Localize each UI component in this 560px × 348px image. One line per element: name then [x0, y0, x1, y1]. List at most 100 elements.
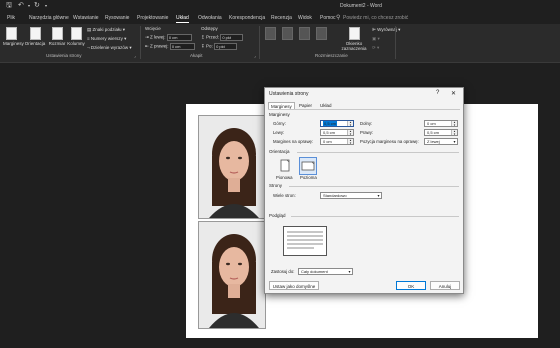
breaks-button[interactable]: ▤ Znaki podziału ▾: [87, 27, 125, 33]
top-margin-input[interactable]: 0,5 cm ▴ ▾: [320, 120, 354, 127]
portrait-option[interactable]: [276, 157, 294, 175]
margins-button[interactable]: Marginesy: [3, 27, 24, 46]
redo-icon[interactable]: ↻: [34, 1, 40, 9]
page-setup-dialog: Ustawienia strony ? ✕ Marginesy Papier U…: [264, 87, 464, 294]
tab-file[interactable]: Plik: [7, 15, 15, 21]
bring-forward-button: [298, 27, 311, 41]
rotate-button: ⟳ ▾: [372, 45, 379, 51]
save-icon[interactable]: 🖫: [6, 1, 12, 12]
margins-icon: [5, 27, 17, 40]
position-button: [264, 27, 277, 41]
ok-button[interactable]: OK: [396, 281, 426, 290]
cancel-button[interactable]: Anuluj: [430, 281, 460, 290]
spinner-arrows-icon[interactable]: ▴ ▾: [451, 130, 457, 136]
margins-section-title: Marginesy: [269, 112, 290, 117]
orientation-icon: [29, 27, 41, 40]
spacing-after-icon: ↧: [201, 43, 205, 49]
spinner-arrows-icon[interactable]: ▴ ▾: [347, 139, 353, 145]
line-numbers-button[interactable]: ≡ Numery wierszy ▾: [87, 36, 126, 42]
size-label: Rozmiar: [48, 41, 66, 46]
chevron-down-icon: ▾: [453, 139, 456, 144]
gutter-position-select[interactable]: Z lewej ▾: [424, 138, 458, 145]
margins-label: Marginesy: [3, 41, 24, 46]
spacing-before-icon: ↥: [201, 34, 205, 40]
selection-pane-button[interactable]: Okienko zaznaczenia: [340, 27, 368, 51]
tab-view[interactable]: Widok: [298, 15, 312, 21]
customize-toolbar-icon[interactable]: ▾: [45, 3, 47, 8]
apply-to-select[interactable]: Cały dokument ▾: [298, 268, 353, 275]
top-margin-label: Górny:: [273, 121, 286, 126]
tab-layout[interactable]: Układ: [176, 15, 189, 23]
tab-mailings[interactable]: Korespondencja: [229, 15, 265, 21]
gutter-input[interactable]: 0 cm ▴ ▾: [320, 138, 354, 145]
close-icon[interactable]: ✕: [451, 90, 456, 97]
page-setup-launcher-icon[interactable]: ⌟: [134, 53, 136, 58]
tab-help[interactable]: Pomoc: [320, 15, 336, 21]
spacing-after-input[interactable]: 0 pkt: [214, 43, 238, 50]
multiple-pages-label: Wiele stron:: [273, 193, 296, 198]
gutter-position-label: Pozycja marginesu na oprawę:: [360, 139, 419, 144]
multiple-pages-select[interactable]: Standardowo ▾: [320, 192, 382, 199]
group-objects-button: ▣ ▾: [372, 36, 380, 42]
left-margin-input[interactable]: 0,5 cm ▴ ▾: [320, 129, 354, 136]
size-button[interactable]: Rozmiar: [48, 27, 66, 46]
ribbon: Marginesy Orientacja Rozmiar Kolumny ▤ Z…: [0, 24, 560, 63]
indent-right-input[interactable]: 0 cm: [169, 43, 195, 50]
columns-button[interactable]: Kolumny: [67, 27, 85, 46]
left-margin-label: Lewy:: [273, 130, 285, 135]
tab-draw[interactable]: Rysowanie: [105, 15, 129, 21]
indent-title: Wcięcie: [145, 26, 161, 31]
spinner-arrows-icon[interactable]: ▴ ▾: [451, 121, 457, 127]
right-margin-input[interactable]: 0,5 cm ▴ ▾: [424, 129, 458, 136]
tab-design[interactable]: Projektowanie: [137, 15, 168, 21]
landscape-label: Pozioma: [300, 175, 317, 180]
portrait-photo-2[interactable]: [198, 221, 266, 329]
indent-left-input[interactable]: 0 cm: [166, 34, 192, 41]
chevron-down-icon: ▾: [348, 269, 351, 274]
bring-forward-icon: [299, 27, 310, 40]
selection-pane-icon: [348, 27, 360, 40]
paragraph-launcher-icon[interactable]: ⌟: [254, 53, 256, 58]
portrait-photo-1[interactable]: [198, 115, 266, 219]
portrait-page-icon: [280, 159, 290, 172]
wrap-text-button: [281, 27, 294, 41]
rotate-icon: ⟳ ▾: [372, 45, 380, 50]
spinner-arrows-icon[interactable]: ▴ ▾: [347, 130, 353, 136]
hyphenation-button[interactable]: ¬ Dzielenie wyrazów ▾: [87, 45, 132, 51]
orientation-section-title: Orientacja: [269, 149, 290, 154]
lightbulb-icon: ⚲: [336, 15, 341, 21]
wrap-text-icon: [282, 27, 293, 40]
tab-references[interactable]: Odwołania: [198, 15, 222, 21]
indent-right-row: ⇤ Z prawej: 0 cm: [145, 43, 195, 50]
dialog-title: Ustawienia strony: [269, 91, 309, 97]
spacing-before-input[interactable]: 0 pkt: [220, 34, 244, 41]
portrait-label: Pionowa: [276, 175, 293, 180]
landscape-option[interactable]: [299, 157, 317, 175]
columns-label: Kolumny: [67, 41, 85, 46]
bottom-margin-input[interactable]: 0 cm ▴ ▾: [424, 120, 458, 127]
spacing-title: Odstępy: [201, 26, 218, 31]
tab-paper[interactable]: Papier: [297, 102, 314, 109]
indent-left-icon: ⇥: [145, 34, 149, 40]
tab-layout-dialog[interactable]: Układ: [318, 102, 334, 109]
tab-review[interactable]: Recenzja: [271, 15, 292, 21]
tab-insert[interactable]: Wstawianie: [73, 15, 99, 21]
undo-icon[interactable]: ↶: [18, 1, 24, 9]
spinner-arrows-icon[interactable]: ▴ ▾: [347, 121, 353, 127]
preview-lines-icon: [287, 231, 323, 249]
preview-section-title: Podgląd: [269, 213, 286, 218]
tab-home[interactable]: Narzędzia główne: [29, 15, 69, 21]
set-as-default-button[interactable]: Ustaw jako domyślne: [269, 281, 319, 290]
ribbon-tabs: Plik Narzędzia główne Wstawianie Rysowan…: [0, 12, 560, 24]
landscape-page-icon: [301, 161, 315, 171]
portrait-image-1: [199, 116, 265, 218]
orientation-button[interactable]: Orientacja: [24, 27, 46, 46]
help-icon[interactable]: ?: [436, 90, 439, 96]
chevron-down-icon: ▾: [377, 193, 380, 198]
align-button[interactable]: ⊫ Wyrównaj ▾: [372, 27, 400, 33]
indent-right-icon: ⇤: [145, 43, 149, 49]
right-margin-label: Prawy:: [360, 130, 374, 135]
tell-me-search[interactable]: Powiedz mi, co chcesz zrobić: [343, 15, 408, 21]
paragraph-group-label: Akapit: [190, 53, 203, 58]
undo-dropdown-icon[interactable]: ▾: [28, 3, 30, 8]
